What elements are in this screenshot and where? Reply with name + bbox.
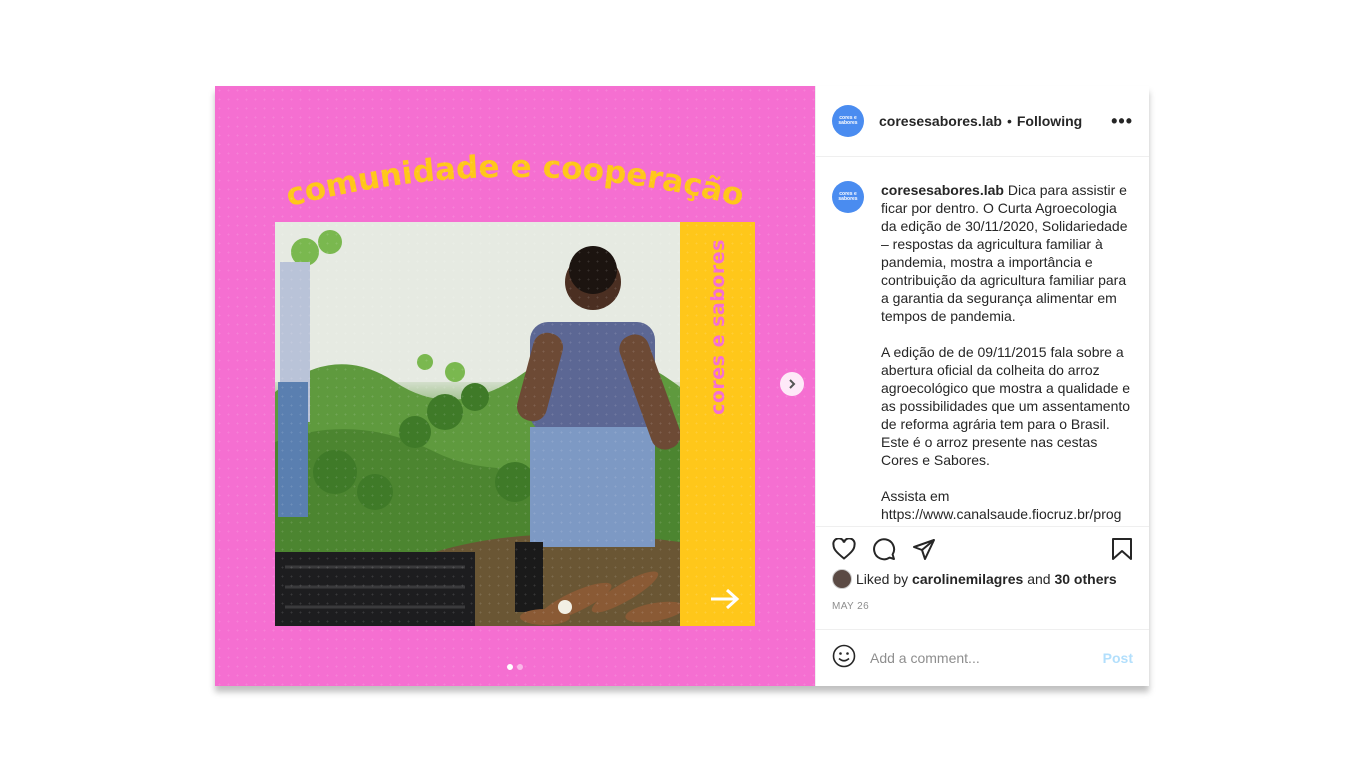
- comment-input[interactable]: [870, 650, 1103, 666]
- caption-username[interactable]: coresesabores.lab: [881, 182, 1004, 198]
- comment-box: Post: [816, 629, 1149, 686]
- share-button[interactable]: [912, 537, 936, 561]
- caption: coresesabores.lab Dica para assistir e f…: [881, 181, 1133, 526]
- headline-text: comunidade e cooperação: [282, 149, 747, 214]
- headline: comunidade e cooperação: [215, 126, 815, 216]
- brand-band: cores e sabores: [680, 222, 755, 626]
- header-separator: •: [1006, 113, 1012, 129]
- liker-avatar[interactable]: [832, 569, 852, 589]
- brand-vertical: cores e sabores: [680, 239, 755, 415]
- like-button[interactable]: [832, 538, 856, 560]
- post-comment-button[interactable]: Post: [1103, 650, 1133, 666]
- caption-paragraph-3: Assista em https://www.canalsaude.fiocruz…: [881, 487, 1133, 523]
- caption-avatar[interactable]: cores e sabores: [832, 181, 864, 213]
- likes-user[interactable]: carolinemilagres: [912, 571, 1023, 587]
- instagram-post: comunidade e cooperação cores e sabores …: [215, 86, 1149, 686]
- caption-text-1: Dica para assistir e ficar por dentro. O…: [881, 182, 1128, 324]
- comment-button[interactable]: [872, 537, 896, 561]
- brand-vertical-text: cores e sabores: [706, 239, 729, 415]
- headline-svg: comunidade e cooperação: [282, 149, 747, 214]
- next-slide-button[interactable]: [780, 372, 804, 396]
- post-sidebar: cores e sabores coresesabores.lab • Foll…: [815, 86, 1149, 686]
- caption-avatar-text: cores e sabores: [838, 191, 858, 202]
- bookmark-icon: [1112, 538, 1132, 560]
- actions-area: Liked by carolinemilagres and 30 others …: [816, 526, 1149, 629]
- slide-dot: [517, 664, 523, 670]
- heart-icon: [832, 538, 856, 560]
- more-options-icon[interactable]: •••: [1111, 111, 1133, 132]
- emoji-button[interactable]: [832, 644, 856, 673]
- caption-paragraph-2: A edição de de 09/11/2015 fala sobre a a…: [881, 344, 1131, 468]
- comment-icon: [873, 538, 896, 561]
- chevron-right-icon: [789, 379, 796, 389]
- following-button[interactable]: Following: [1017, 113, 1082, 129]
- post-media[interactable]: comunidade e cooperação cores e sabores: [215, 86, 815, 686]
- header-username[interactable]: coresesabores.lab: [879, 113, 1002, 129]
- likes-others[interactable]: 30 others: [1054, 571, 1116, 587]
- slide-indicator: [507, 664, 523, 670]
- likes-prefix: Liked by: [856, 571, 909, 587]
- save-button[interactable]: [1111, 537, 1133, 561]
- post-header: cores e sabores coresesabores.lab • Foll…: [816, 86, 1149, 157]
- action-bar: [832, 537, 1133, 561]
- caption-link[interactable]: https://www.canalsaude.fiocruz.br/prog: [881, 506, 1121, 522]
- emoji-icon: [832, 644, 856, 667]
- post-date[interactable]: MAY 26: [832, 601, 1133, 612]
- profile-avatar[interactable]: cores e sabores: [832, 105, 864, 137]
- caption-paragraph-1: coresesabores.lab Dica para assistir e f…: [881, 181, 1133, 325]
- slide-dot-active: [507, 664, 513, 670]
- svg-text:comunidade e cooperação: comunidade e cooperação: [282, 149, 747, 214]
- farm-scene: [275, 222, 680, 626]
- post-photo: [275, 222, 680, 626]
- likes-summary: Liked by carolinemilagres and 30 others: [832, 569, 1133, 589]
- caption-text-3: Assista em: [881, 488, 950, 504]
- arrow-right-icon: [711, 588, 740, 610]
- likes-and: and: [1027, 571, 1051, 587]
- avatar-text: cores e sabores: [838, 115, 858, 126]
- share-icon: [913, 539, 935, 560]
- caption-area: cores e sabores coresesabores.lab Dica p…: [816, 157, 1149, 526]
